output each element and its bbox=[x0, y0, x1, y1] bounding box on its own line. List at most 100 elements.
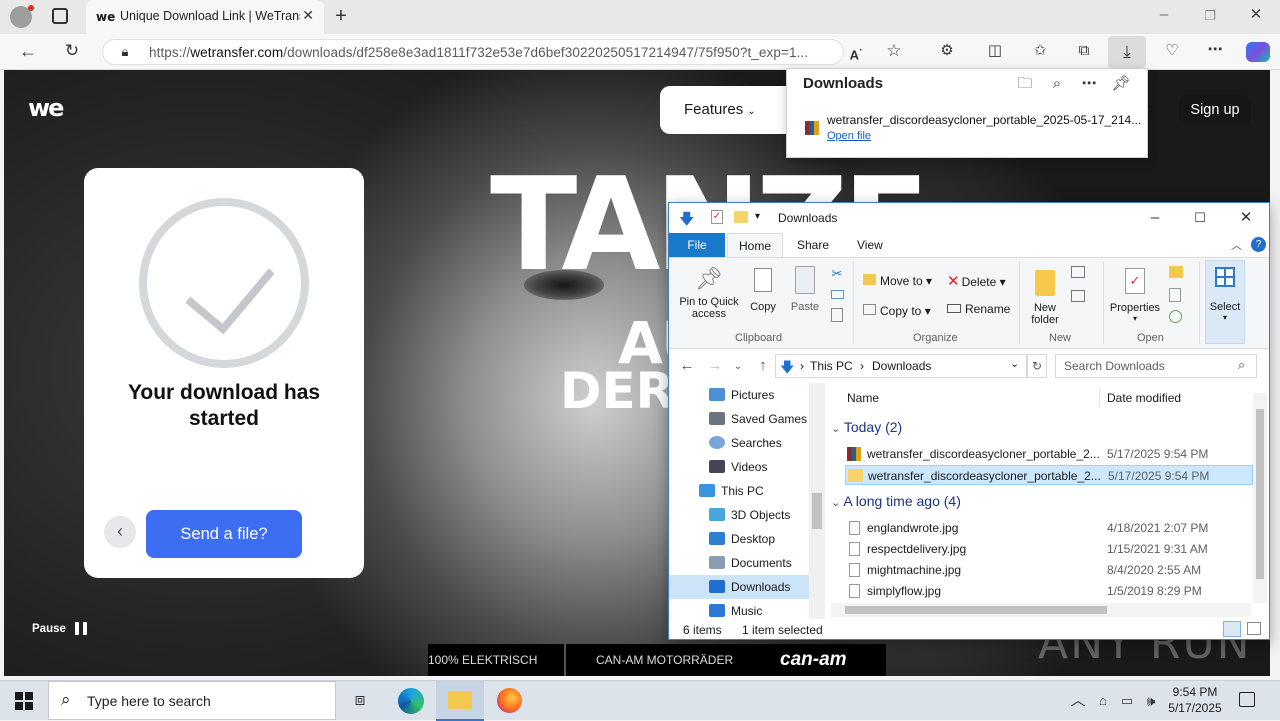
tab-share[interactable]: Share bbox=[797, 233, 829, 257]
pin-icon[interactable]: 📌︎ bbox=[1111, 74, 1131, 94]
taskbar-search[interactable]: ⌕ Type here to search bbox=[48, 681, 336, 720]
up-icon[interactable]: ↑ bbox=[753, 356, 773, 376]
collections-icon[interactable]: ⧉ bbox=[1074, 41, 1094, 61]
nav-scroll-thumb[interactable] bbox=[812, 493, 822, 529]
extensions-icon[interactable]: ⚙ bbox=[937, 41, 957, 61]
address-dropdown-icon[interactable]: ⌄ bbox=[1010, 357, 1019, 370]
clock[interactable]: 9:54 PM 5/17/2025 bbox=[1164, 684, 1226, 716]
ad-banner[interactable]: 100% ELEKTRISCH CAN-AM MOTORRÄDER can-am bbox=[428, 644, 886, 676]
explorer-minimize-icon[interactable]: – bbox=[1145, 208, 1165, 228]
cut-icon[interactable]: ✂ bbox=[829, 264, 845, 284]
search-downloads-field[interactable]: Search Downloads ⌕ bbox=[1055, 354, 1257, 378]
open-file-link[interactable]: Open file bbox=[827, 130, 871, 142]
easy-access-icon[interactable] bbox=[1071, 290, 1085, 302]
tab-file[interactable]: File bbox=[669, 233, 725, 257]
open-folder-icon[interactable]: 🗀︎ bbox=[1015, 74, 1035, 94]
show-hidden-icons[interactable]: ︿ bbox=[1068, 691, 1088, 711]
favorites-icon[interactable]: ✩ bbox=[1030, 41, 1050, 61]
task-view-icon[interactable]: ⧈ bbox=[349, 690, 371, 710]
new-folder-quick-icon[interactable] bbox=[734, 211, 748, 223]
nav-scrollbar[interactable] bbox=[809, 383, 825, 619]
pause-button[interactable]: Pause bbox=[32, 622, 88, 635]
sign-up-button[interactable]: Sign up bbox=[1179, 94, 1251, 126]
group-long-time-ago[interactable]: ⌄ A long time ago (4) bbox=[831, 493, 961, 509]
breadcrumb-downloads[interactable]: Downloads bbox=[872, 359, 931, 373]
quick-access-down-icon[interactable]: 🡇 bbox=[679, 209, 694, 234]
downloaded-file-name[interactable]: wetransfer_discordeasycloner_portable_20… bbox=[827, 113, 1141, 127]
explorer-address-field[interactable]: 🡇 › This PC › Downloads ⌄ bbox=[775, 354, 1027, 378]
split-screen-icon[interactable]: ◫ bbox=[985, 41, 1005, 61]
vscroll-thumb[interactable] bbox=[1256, 409, 1264, 579]
firefox-taskbar-icon[interactable] bbox=[497, 688, 522, 713]
browser-essentials-icon[interactable]: ♡ bbox=[1162, 41, 1182, 61]
explorer-close-icon[interactable]: ✕ bbox=[1236, 208, 1256, 228]
hscroll-thumb[interactable] bbox=[845, 606, 1107, 614]
copy-to-button[interactable]: Copy to ▾ bbox=[863, 304, 931, 318]
new-folder-button[interactable]: New folder bbox=[1025, 262, 1065, 326]
new-item-icon[interactable] bbox=[1071, 266, 1085, 278]
back-icon[interactable]: ← bbox=[18, 41, 38, 61]
send-file-button[interactable]: Send a file? bbox=[146, 510, 302, 558]
nav-features[interactable]: Features ⌄ bbox=[684, 101, 756, 118]
paste-shortcut-icon[interactable] bbox=[831, 308, 843, 322]
details-view-icon[interactable] bbox=[1223, 621, 1241, 637]
file-row[interactable]: respectdelivery.jpg 1/15/2021 9:31 AM bbox=[845, 539, 1253, 559]
active-tab[interactable]: we Unique Download Link | WeTrans ✕ bbox=[86, 0, 324, 34]
close-window-icon[interactable]: ✕ bbox=[1246, 5, 1266, 25]
start-icon[interactable] bbox=[15, 692, 33, 710]
history-icon[interactable] bbox=[1169, 310, 1182, 323]
favorite-star-icon[interactable]: ☆ bbox=[884, 41, 904, 61]
customize-qat-icon[interactable]: ▾ bbox=[755, 211, 760, 222]
file-row[interactable]: wetransfer_discordeasycloner_portable_2.… bbox=[845, 444, 1253, 464]
explorer-taskbar-button[interactable] bbox=[436, 681, 484, 721]
properties-button[interactable]: ✓ Properties ▾ bbox=[1107, 262, 1163, 323]
lock-icon[interactable]: 🔒︎ bbox=[117, 42, 133, 62]
nav-item-downloads[interactable]: Downloads bbox=[669, 575, 809, 599]
explorer-forward-icon[interactable]: → bbox=[705, 356, 725, 376]
file-row[interactable]: mightmachine.jpg 8/4/2020 2:55 AM bbox=[845, 560, 1253, 580]
recent-locations-icon[interactable]: ⌄ bbox=[731, 357, 745, 377]
paste-button[interactable]: Paste bbox=[787, 262, 823, 328]
column-date-modified[interactable]: Date modified bbox=[1107, 391, 1181, 405]
group-today[interactable]: ⌄ Today (2) bbox=[831, 419, 902, 435]
breadcrumb-this-pc[interactable]: This PC bbox=[810, 359, 853, 373]
more-menu-icon[interactable]: ⋯ bbox=[1205, 40, 1225, 60]
url-field[interactable]: 🔒︎ https://wetransfer.com/downloads/df25… bbox=[102, 39, 844, 65]
edge-taskbar-icon[interactable] bbox=[398, 688, 424, 714]
column-name[interactable]: Name bbox=[847, 391, 879, 405]
wetransfer-logo[interactable]: we bbox=[28, 94, 64, 122]
file-row[interactable]: simplyflow.jpg 1/5/2019 8:29 PM bbox=[845, 581, 1253, 601]
open-icon[interactable] bbox=[1169, 266, 1183, 278]
volume-icon[interactable]: 🕪︎ bbox=[1142, 691, 1160, 711]
explorer-maximize-icon[interactable]: ☐ bbox=[1190, 208, 1210, 228]
explorer-refresh-button[interactable]: ↻ bbox=[1027, 354, 1047, 378]
downloads-button[interactable]: ⤓ bbox=[1108, 36, 1146, 68]
pin-quick-access-button[interactable]: 📌︎ Pin to Quick access bbox=[673, 262, 745, 328]
notifications-icon[interactable] bbox=[1239, 692, 1255, 707]
copilot-icon[interactable] bbox=[1246, 42, 1270, 62]
search-icon[interactable]: ⌕ bbox=[1047, 74, 1067, 94]
restore-icon[interactable]: ❐ bbox=[1200, 6, 1220, 26]
nav-item-this-pc[interactable]: This PC bbox=[699, 479, 823, 503]
file-list-hscroll[interactable] bbox=[831, 603, 1251, 617]
read-aloud-icon[interactable]: Aᐧ bbox=[846, 41, 866, 65]
delete-button[interactable]: ✕ Delete ▾ bbox=[947, 272, 1006, 290]
help-icon[interactable]: ? bbox=[1251, 237, 1266, 252]
select-button[interactable]: Select ▾ bbox=[1205, 260, 1245, 344]
tab-actions-icon[interactable] bbox=[52, 8, 68, 24]
more-options-icon[interactable]: ⋯ bbox=[1079, 74, 1099, 94]
file-list-vscroll[interactable] bbox=[1253, 393, 1267, 603]
tab-home[interactable]: Home bbox=[727, 233, 783, 258]
network-icon[interactable]: ▭ bbox=[1118, 691, 1136, 711]
tab-view[interactable]: View bbox=[857, 233, 883, 257]
plus-icon[interactable]: + bbox=[330, 6, 352, 26]
ribbon-collapse-icon[interactable]: ︿ bbox=[1231, 237, 1242, 253]
copy-path-icon[interactable] bbox=[831, 290, 844, 299]
close-tab-icon[interactable]: ✕ bbox=[302, 7, 314, 24]
large-icons-view-icon[interactable] bbox=[1247, 622, 1261, 635]
device-icon[interactable]: ⌂ bbox=[1094, 691, 1112, 711]
properties-quick-icon[interactable]: ✓ bbox=[711, 210, 723, 224]
move-to-button[interactable]: Move to ▾ bbox=[863, 274, 932, 288]
explorer-back-icon[interactable]: ← bbox=[677, 356, 697, 376]
file-row-selected[interactable]: wetransfer_discordeasycloner_portable_2.… bbox=[845, 465, 1253, 485]
